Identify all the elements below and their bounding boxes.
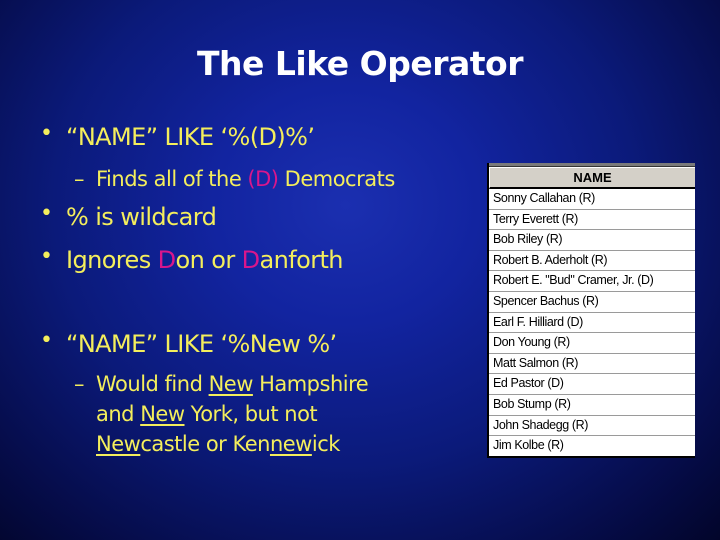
table-row: Ed Pastor (D) (489, 374, 695, 395)
dash-icon: – (74, 372, 85, 396)
underlined-new: New (96, 432, 141, 456)
bullet-text-part: on or (175, 246, 242, 274)
bullet-text-part: anforth (259, 246, 344, 274)
table-row: Sonny Callahan (R) (489, 189, 695, 210)
table-row: Robert E. "Bud" Cramer, Jr. (D) (489, 271, 695, 292)
bullet-wildcard: • % is wildcard (40, 201, 217, 231)
table-row: Bob Riley (R) (489, 230, 695, 251)
table-row: Earl F. Hilliard (D) (489, 313, 695, 334)
dash-icon: – (74, 167, 85, 191)
highlight-d: (D) (247, 167, 279, 191)
slide-title: The Like Operator (197, 44, 523, 83)
sub-text: Hampshire (252, 372, 369, 396)
table-row: Matt Salmon (R) (489, 354, 695, 375)
sub-bullet-finds-democrats: – Finds all of the (D) Democrats (74, 164, 396, 194)
bullet-icon: • (40, 244, 53, 269)
table-header-name: NAME (489, 167, 695, 189)
table-row: Don Young (R) (489, 333, 695, 354)
table-body: Sonny Callahan (R) Terry Everett (R) Bob R… (489, 189, 695, 456)
bullet-text-part: Ignores (66, 246, 158, 274)
table-row: Spencer Bachus (R) (489, 292, 695, 313)
names-table: NAME Sonny Callahan (R) Terry Everett (R)… (487, 163, 695, 458)
sub-line-2: and New York, but not (96, 399, 368, 429)
sub-text: and (96, 402, 141, 426)
bullet-text: “NAME” LIKE ‘%New %’ (66, 330, 337, 358)
bullet-text: “NAME” LIKE ‘%(D)%’ (66, 123, 315, 151)
bullet-icon: • (40, 328, 53, 353)
table-row: John Shadegg (R) (489, 416, 695, 437)
sub-line-3: Newcastle or Kennewick (96, 429, 368, 459)
bullet-text: % is wildcard (66, 203, 217, 231)
sub-text: castle or Ken (140, 432, 270, 456)
underlined-new: New (140, 402, 185, 426)
sub-text: York, but not (184, 402, 318, 426)
sub-text: ick (311, 432, 341, 456)
underlined-new: new (269, 432, 312, 456)
table-row: Jim Kolbe (R) (493, 438, 564, 453)
table-row: Robert B. Aderholt (R) (489, 251, 695, 272)
sub-bullet-would-find: – Would find New Hampshire and New York,… (74, 369, 369, 459)
sub-text-prefix: Finds all of the (96, 167, 248, 191)
bullet-icon: • (40, 121, 53, 146)
sub-text-suffix: Democrats (278, 167, 396, 191)
bullet-like-new: • “NAME” LIKE ‘%New %’ (40, 328, 337, 358)
underlined-new: New (208, 372, 254, 396)
table-row: Terry Everett (R) (489, 210, 695, 231)
highlight-letter-d: D (241, 246, 260, 274)
bullet-icon: • (40, 201, 53, 226)
highlight-letter-d: D (157, 246, 176, 274)
bullet-ignores: • Ignores Don or Danforth (40, 244, 344, 274)
table-row: Bob Stump (R) (489, 395, 695, 416)
bullet-like-d: • “NAME” LIKE ‘%(D)%’ (40, 121, 315, 151)
sub-line-1: Would find New Hampshire (96, 369, 369, 399)
sub-text: Would find (96, 372, 209, 396)
